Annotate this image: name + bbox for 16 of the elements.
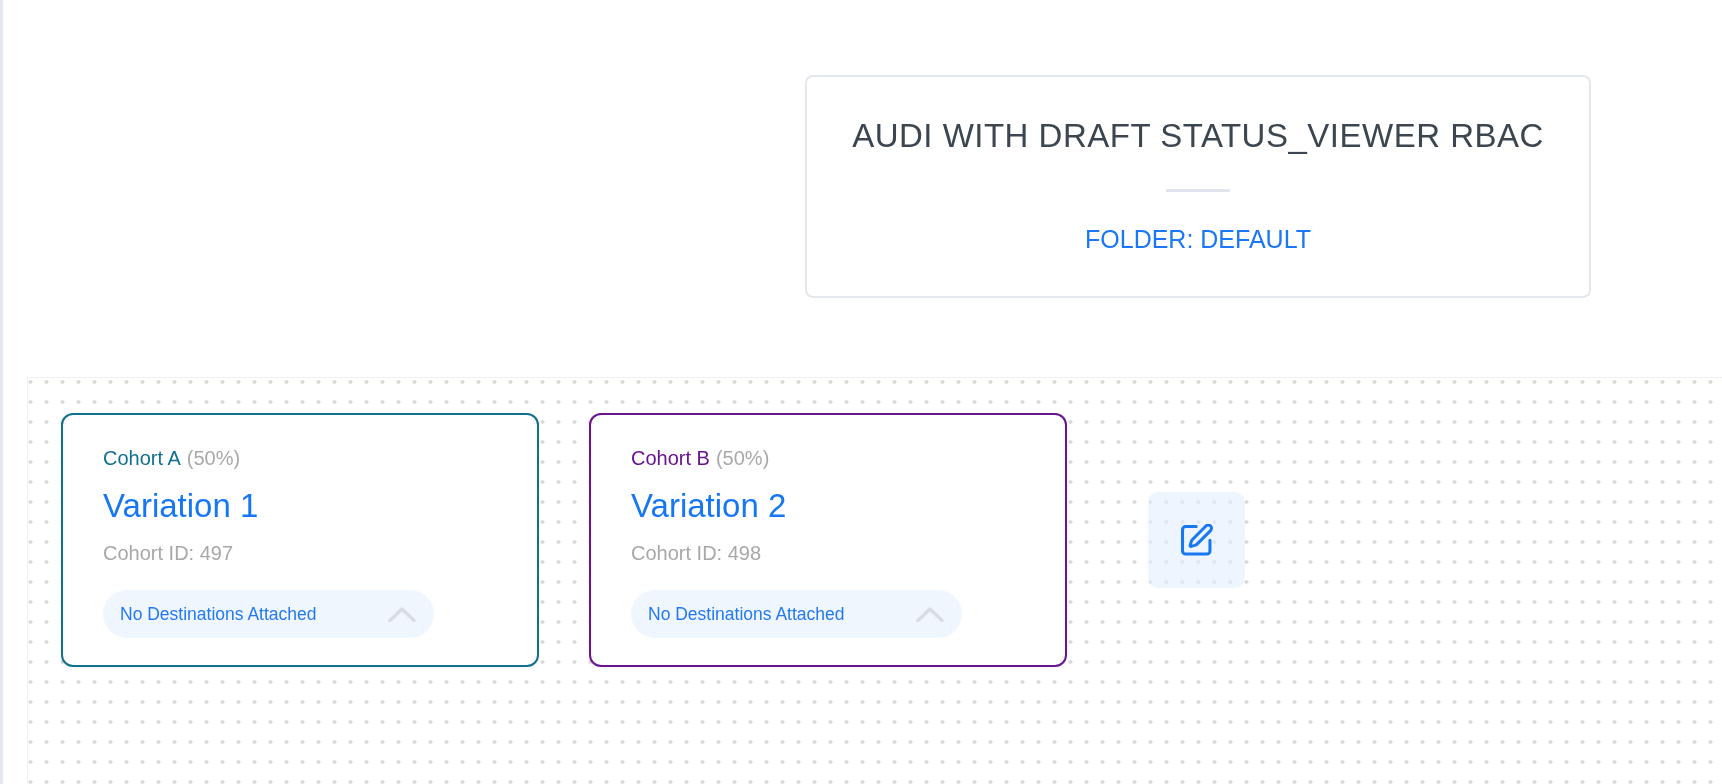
edit-button[interactable] xyxy=(1148,492,1245,588)
chevron-up-icon xyxy=(388,606,416,622)
cohort-id: Cohort ID: 498 xyxy=(631,541,762,565)
folder-label: FOLDER: DEFAULT xyxy=(1085,224,1311,254)
destinations-toggle[interactable]: No Destinations Attached xyxy=(631,590,962,638)
variation-title: Variation 2 xyxy=(631,486,787,526)
traffic-share: (50%) xyxy=(186,446,241,470)
variation-title: Variation 1 xyxy=(103,486,259,526)
experiment-title: AUDI WITH DRAFT STATUS_VIEWER RBAC xyxy=(852,116,1544,156)
cohort-id: Cohort ID: 497 xyxy=(103,541,234,565)
traffic-share: (50%) xyxy=(715,446,770,470)
destinations-toggle[interactable]: No Destinations Attached xyxy=(103,590,434,638)
cohort-name: Cohort B xyxy=(631,446,710,470)
cohort-name: Cohort A xyxy=(103,446,181,470)
chevron-up-icon xyxy=(916,606,944,622)
edit-icon xyxy=(1180,524,1213,556)
